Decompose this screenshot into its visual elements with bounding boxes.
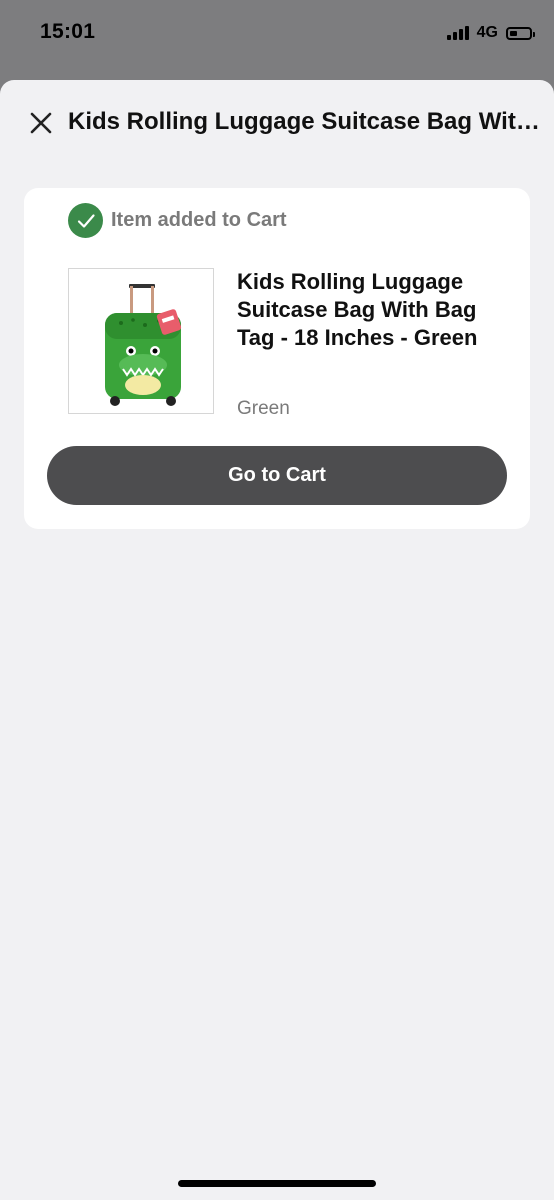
cart-confirmation-card: Item added to Cart Kids Rolling Luggage … bbox=[24, 188, 530, 529]
added-message: Item added to Cart bbox=[111, 209, 287, 231]
check-circle-icon bbox=[68, 203, 103, 238]
status-indicators: 4G bbox=[446, 24, 535, 42]
product-image[interactable] bbox=[68, 268, 214, 414]
added-to-cart-sheet: Kids Rolling Luggage Suitcase Bag With B… bbox=[0, 80, 554, 1200]
close-icon bbox=[30, 112, 52, 134]
page-title: Kids Rolling Luggage Suitcase Bag With B… bbox=[68, 108, 544, 135]
product-variant: Green bbox=[237, 398, 290, 419]
home-indicator bbox=[178, 1180, 376, 1187]
status-bar: 15:01 4G bbox=[0, 0, 554, 80]
close-button[interactable] bbox=[24, 106, 58, 140]
sheet-header: Kids Rolling Luggage Suitcase Bag With B… bbox=[0, 80, 554, 164]
network-type: 4G bbox=[476, 24, 498, 41]
status-time: 15:01 bbox=[40, 20, 96, 43]
battery-level bbox=[510, 30, 517, 36]
suitcase-image bbox=[105, 284, 182, 406]
product-name[interactable]: Kids Rolling Luggage Suitcase Bag With B… bbox=[237, 268, 507, 352]
battery-icon bbox=[506, 26, 535, 40]
added-confirmation: Item added to Cart bbox=[68, 203, 287, 238]
go-to-cart-button[interactable]: Go to Cart bbox=[47, 446, 507, 505]
signal-strength-icon bbox=[446, 26, 469, 40]
